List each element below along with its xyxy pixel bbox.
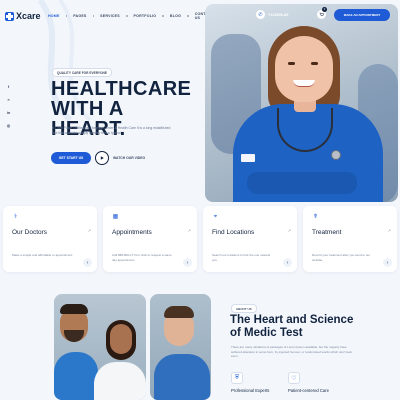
about-title: The Heart and Science of Medic Test	[230, 314, 390, 340]
feature-label: Professional Experts	[231, 388, 270, 393]
arrow-icon: ↗	[187, 228, 191, 233]
nav-home[interactable]: HOME	[48, 14, 60, 18]
feature-patient-care: ♡ Patient-centered Care	[288, 372, 329, 393]
logo[interactable]: Xcare	[5, 11, 41, 21]
shield-icon: ⛨	[231, 372, 243, 384]
phone-contact[interactable]: ✆ +123456-89	[256, 10, 288, 19]
nav-blog[interactable]: BLOG	[170, 14, 181, 18]
card-more-button[interactable]: ›	[183, 258, 192, 267]
service-cards: ⚕ Our Doctors ↗ Make a simple and afford…	[3, 206, 397, 272]
card-more-button[interactable]: ›	[83, 258, 92, 267]
logo-text: Xcare	[16, 11, 41, 21]
linkedin-icon[interactable]: in	[6, 110, 11, 115]
card-description: Search our locations to find the one nea…	[212, 253, 271, 262]
instagram-icon[interactable]: ◎	[6, 123, 11, 128]
card-find-locations[interactable]: ⌖ Find Locations ↗ Search our locations …	[203, 206, 297, 272]
nav-separator	[187, 15, 189, 17]
doctor-icon: ⚕	[13, 214, 18, 220]
phone-number: +123456-89	[268, 12, 289, 17]
nav-separator	[65, 15, 68, 17]
card-treatment[interactable]: ☤ Treatment ↗ Record your treatment afte…	[303, 206, 397, 272]
card-title: Our Doctors	[12, 229, 48, 236]
card-title: Find Locations	[212, 229, 255, 236]
cart-count-badge: 0	[322, 7, 327, 12]
about-title-line2: of Medic Test	[230, 327, 303, 339]
phone-icon: ✆	[256, 10, 265, 19]
card-appointments[interactable]: ▦ Appointments ↗ Call 888-800-1774 or cl…	[103, 206, 197, 272]
watch-video-link[interactable]: WATCH OUR VIDEO	[95, 151, 145, 165]
hero-nurse-image	[205, 4, 398, 202]
nav-portfolio[interactable]: PORTFOLIO	[134, 14, 157, 18]
card-more-button[interactable]: ›	[283, 258, 292, 267]
facebook-icon[interactable]: f	[6, 84, 11, 89]
hero-description: X-Care Place Of Medical Hospital Center …	[52, 126, 171, 135]
nav-separator	[162, 15, 164, 17]
card-title: Appointments	[112, 229, 152, 236]
feature-professional-experts: ⛨ Professional Experts	[231, 372, 269, 393]
card-title: Treatment	[312, 229, 342, 236]
site-header: Xcare HOME PAGES SERVICES PORTFOLIO BLOG…	[0, 0, 213, 32]
about-title-line1: The Heart and Science	[230, 314, 354, 326]
hero-tagline: QUALITY CARE FOR EVERYONE	[52, 68, 112, 77]
main-nav: HOME PAGES SERVICES PORTFOLIO BLOG CONTA…	[48, 12, 215, 20]
card-our-doctors[interactable]: ⚕ Our Doctors ↗ Make a simple and afford…	[3, 206, 97, 272]
about-description: There are many variations of passages of…	[231, 345, 352, 358]
card-description: Call 888-800-1774 or click to request a …	[112, 253, 172, 262]
x-twitter-icon[interactable]: ×	[6, 97, 11, 102]
hero-title-line1: HEALTHCARE	[51, 78, 192, 100]
care-icon: ♡	[288, 372, 300, 384]
arrow-icon: ↗	[287, 228, 291, 233]
treatment-icon: ☤	[313, 214, 318, 220]
play-icon[interactable]	[95, 151, 109, 165]
nav-pages[interactable]: PAGES	[73, 14, 86, 18]
feature-label: Patient-centered Care	[288, 388, 329, 393]
location-icon: ⌖	[213, 214, 218, 220]
doctor-portrait-image	[150, 294, 211, 400]
nav-separator	[92, 15, 95, 17]
watch-video-label: WATCH OUR VIDEO	[113, 156, 146, 160]
calendar-icon: ▦	[112, 214, 119, 220]
social-links: f × in ◎	[6, 84, 11, 128]
about-tag: ABOUT US	[231, 304, 257, 313]
make-appointment-button[interactable]: MAKE AN APPOINTMENT	[334, 9, 390, 21]
arrow-icon: ↗	[87, 228, 91, 233]
nav-separator	[125, 15, 128, 17]
card-description: Make a simple and affordable or appointm…	[12, 253, 73, 257]
doctors-team-image	[54, 294, 146, 400]
get-started-button[interactable]: GET START US	[51, 152, 91, 164]
logo-cross-icon	[5, 11, 14, 21]
nav-services[interactable]: SERVICES	[100, 14, 120, 18]
card-more-button[interactable]: ›	[383, 258, 392, 267]
arrow-icon: ↗	[387, 228, 391, 233]
card-description: Record your treatment after you send to …	[312, 253, 371, 262]
